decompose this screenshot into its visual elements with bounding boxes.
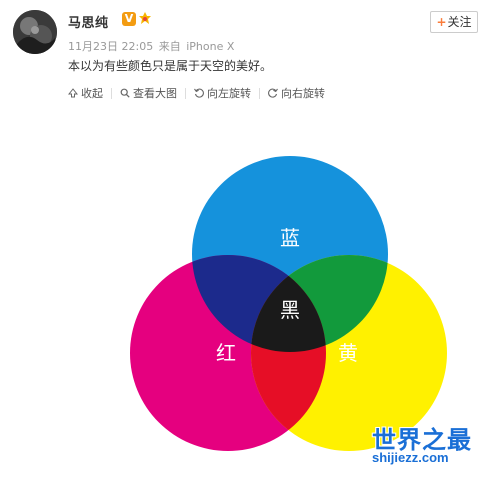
follow-button[interactable]: +关注 — [430, 11, 478, 33]
post-header: 马思纯 V +关注 11月23日 22:05 来自 iPhone X 本以为有些… — [0, 0, 500, 88]
red-label: 红 — [216, 341, 236, 365]
username[interactable]: 马思纯 — [68, 12, 109, 31]
rotate-right-icon — [268, 88, 278, 98]
rotate-left-button[interactable]: 向左旋转 — [186, 85, 259, 101]
yellow-label: 黄 — [338, 341, 358, 365]
view-large-label: 查看大图 — [133, 87, 177, 100]
post-meta: 11月23日 22:05 来自 iPhone X — [68, 38, 236, 54]
rotate-right-button[interactable]: 向右旋转 — [260, 85, 333, 101]
watermark: 世界之最 shijiezz.com — [372, 420, 496, 470]
rotate-left-icon — [194, 88, 204, 98]
magnifier-icon — [120, 88, 130, 98]
collapse-label: 收起 — [81, 87, 103, 100]
view-large-button[interactable]: 查看大图 — [112, 85, 185, 101]
plus-icon: + — [436, 15, 447, 29]
verified-icon: V — [122, 12, 136, 26]
post-time[interactable]: 11月23日 22:05 — [68, 40, 153, 53]
collapse-button[interactable]: 收起 — [60, 85, 111, 101]
rotate-left-label: 向左旋转 — [207, 87, 251, 100]
collapse-icon — [68, 88, 78, 98]
vip-icon — [138, 11, 152, 27]
image-toolbar: 收起 查看大图 向左旋转 向右旋转 — [60, 82, 333, 104]
source-prefix: 来自 — [158, 40, 181, 53]
watermark-url: shijiezz.com — [372, 450, 449, 465]
post-text: 本以为有些颜色只是属于天空的美好。 — [68, 59, 273, 73]
black-label: 黑 — [280, 298, 300, 322]
avatar[interactable] — [13, 10, 57, 54]
blue-label: 蓝 — [280, 226, 300, 250]
follow-label: 关注 — [447, 15, 472, 29]
rotate-right-label: 向右旋转 — [281, 87, 325, 100]
post-source[interactable]: iPhone X — [186, 40, 234, 53]
